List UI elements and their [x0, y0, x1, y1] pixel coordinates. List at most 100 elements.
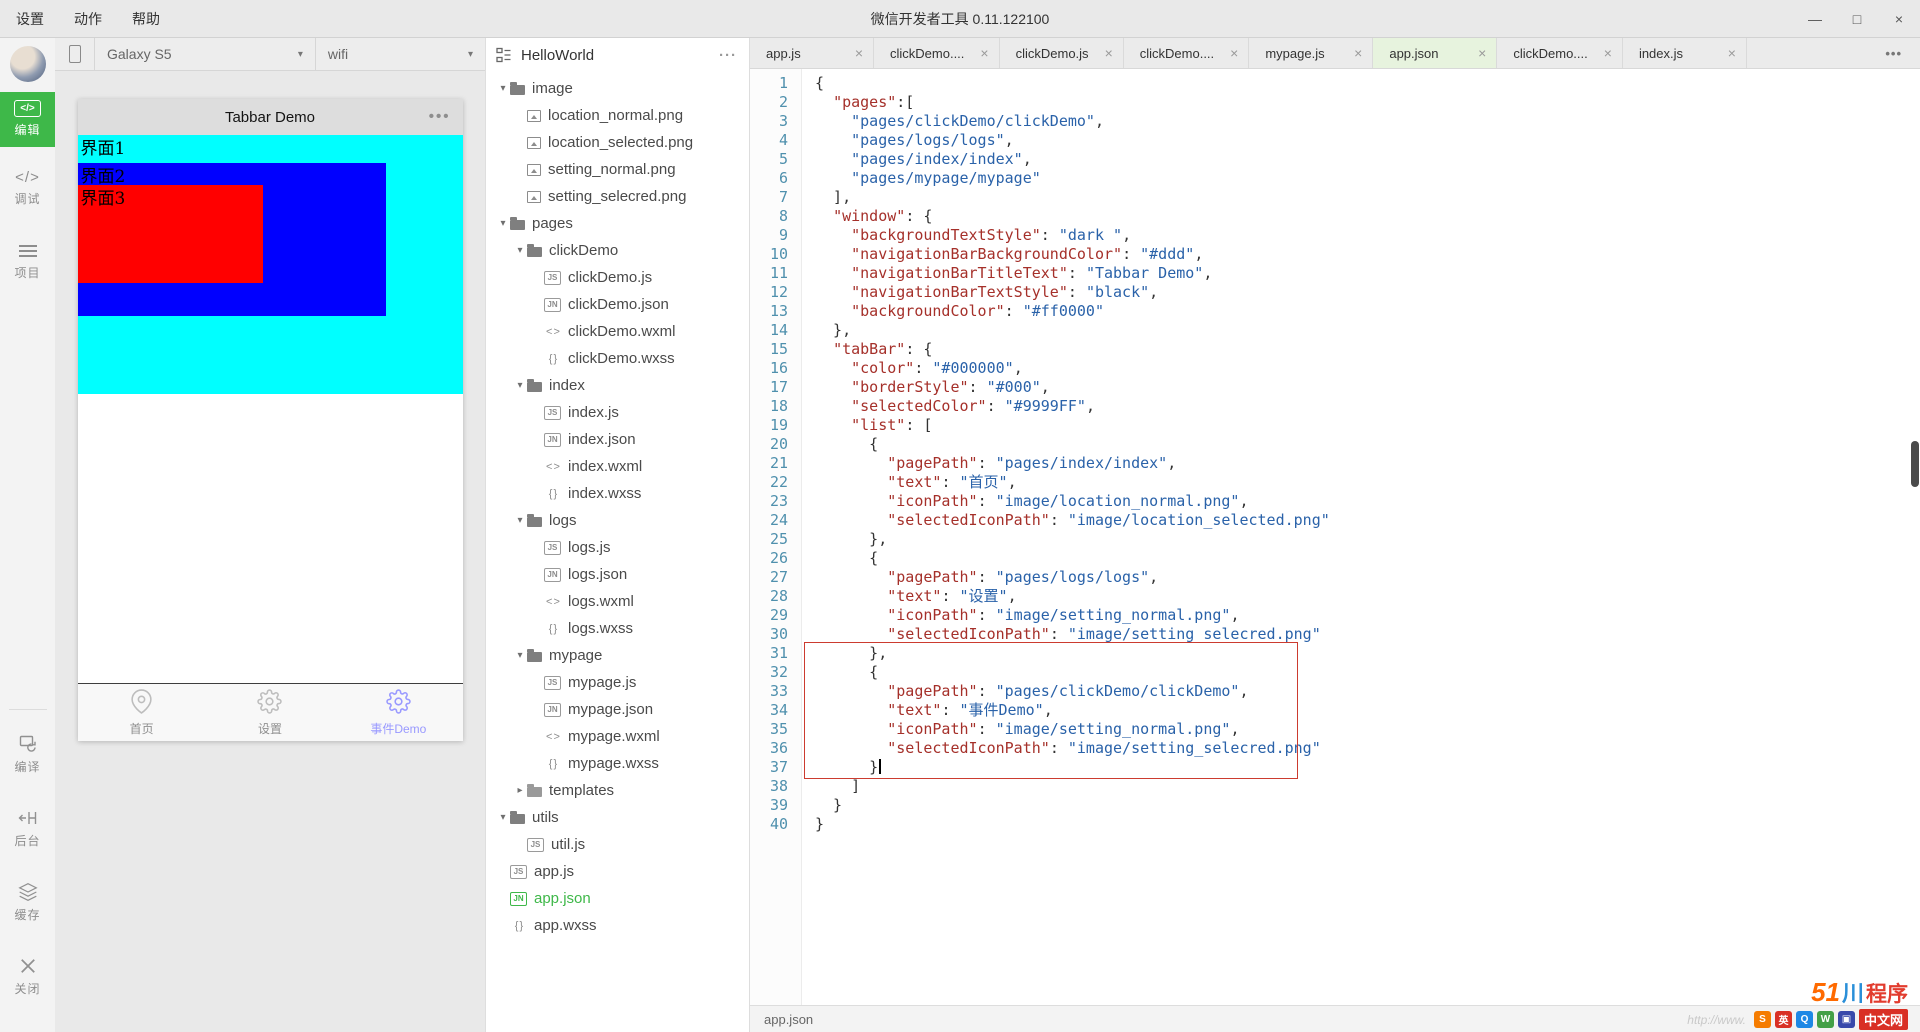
code-line[interactable]: 22 "text": "首页", — [750, 473, 1920, 492]
tab-close-icon[interactable]: × — [1604, 45, 1612, 61]
sidebar-item-cache[interactable]: 缓存 — [0, 874, 55, 932]
tree-item-logs.wxss[interactable]: { } logs.wxss — [486, 615, 749, 642]
tree-item-logs.js[interactable]: JS logs.js — [486, 534, 749, 561]
code-line[interactable]: 14 }, — [750, 321, 1920, 340]
code-line[interactable]: 23 "iconPath": "image/location_normal.pn… — [750, 492, 1920, 511]
code-line[interactable]: 25 }, — [750, 530, 1920, 549]
code-line[interactable]: 26 { — [750, 549, 1920, 568]
code-line[interactable]: 1{ — [750, 74, 1920, 93]
tree-item-pages[interactable]: ▾ pages — [486, 210, 749, 237]
code-line[interactable]: 30 "selectedIconPath": "image/setting_se… — [750, 625, 1920, 644]
code-line[interactable]: 12 "navigationBarTextStyle": "black", — [750, 283, 1920, 302]
editor-tab-mypage.js[interactable]: mypage.js × — [1249, 38, 1374, 68]
tree-item-mypage.json[interactable]: JN mypage.json — [486, 696, 749, 723]
tab-close-icon[interactable]: × — [980, 45, 988, 61]
network-select[interactable]: wifi ▾ — [316, 38, 485, 70]
code-line[interactable]: 5 "pages/index/index", — [750, 150, 1920, 169]
tree-item-mypage.wxss[interactable]: { } mypage.wxss — [486, 750, 749, 777]
tab-close-icon[interactable]: × — [1230, 45, 1238, 61]
code-line[interactable]: 31 }, — [750, 644, 1920, 663]
phone-tab-首页[interactable]: 首页 — [78, 684, 206, 741]
tab-close-icon[interactable]: × — [1478, 45, 1486, 61]
code-line[interactable]: 19 "list": [ — [750, 416, 1920, 435]
tree-item-clickDemo.js[interactable]: JS clickDemo.js — [486, 264, 749, 291]
code-line[interactable]: 20 { — [750, 435, 1920, 454]
editor-tab-clickDemo....[interactable]: clickDemo.... × — [1497, 38, 1623, 68]
code-line[interactable]: 7 ], — [750, 188, 1920, 207]
minimize-icon[interactable]: — — [1794, 0, 1836, 38]
code-line[interactable]: 10 "navigationBarBackgroundColor": "#ddd… — [750, 245, 1920, 264]
code-line[interactable]: 13 "backgroundColor": "#ff0000" — [750, 302, 1920, 321]
code-line[interactable]: 36 "selectedIconPath": "image/setting_se… — [750, 739, 1920, 758]
code-line[interactable]: 17 "borderStyle": "#000", — [750, 378, 1920, 397]
maximize-icon[interactable]: □ — [1836, 0, 1878, 38]
tree-item-location_normal.png[interactable]: location_normal.png — [486, 102, 749, 129]
sidebar-item-close[interactable]: 关闭 — [0, 948, 55, 1006]
chevron-down-icon[interactable]: ▾ — [496, 83, 510, 94]
avatar[interactable] — [9, 46, 46, 82]
editor-tab-clickDemo....[interactable]: clickDemo.... × — [874, 38, 1000, 68]
editor-tab-app.js[interactable]: app.js × — [750, 38, 874, 68]
tab-close-icon[interactable]: × — [1354, 45, 1362, 61]
code-line[interactable]: 32 { — [750, 663, 1920, 682]
code-line[interactable]: 11 "navigationBarTitleText": "Tabbar Dem… — [750, 264, 1920, 283]
code-line[interactable]: 9 "backgroundTextStyle": "dark ", — [750, 226, 1920, 245]
tree-item-index.wxss[interactable]: { } index.wxss — [486, 480, 749, 507]
tree-item-location_selected.png[interactable]: location_selected.png — [486, 129, 749, 156]
editor-tab-clickDemo.js[interactable]: clickDemo.js × — [1000, 38, 1124, 68]
editor-scrollbar-thumb[interactable] — [1911, 441, 1919, 487]
editor-tab-index.js[interactable]: index.js × — [1623, 38, 1747, 68]
code-line[interactable]: 3 "pages/clickDemo/clickDemo", — [750, 112, 1920, 131]
tab-close-icon[interactable]: × — [855, 45, 863, 61]
tree-item-util.js[interactable]: JS util.js — [486, 831, 749, 858]
code-line[interactable]: 27 "pagePath": "pages/logs/logs", — [750, 568, 1920, 587]
menu-help[interactable]: 帮助 — [132, 9, 160, 29]
phone-tab-事件Demo[interactable]: 事件Demo — [334, 684, 462, 741]
tree-item-clickDemo[interactable]: ▾ clickDemo — [486, 237, 749, 264]
tree-item-image[interactable]: ▾ image — [486, 75, 749, 102]
tree-item-mypage.wxml[interactable]: < > mypage.wxml — [486, 723, 749, 750]
chevron-down-icon[interactable]: ▾ — [513, 650, 527, 661]
tree-item-app.wxss[interactable]: { } app.wxss — [486, 912, 749, 939]
code-line[interactable]: 39 } — [750, 796, 1920, 815]
chevron-down-icon[interactable]: ▾ — [496, 218, 510, 229]
code-line[interactable]: 24 "selectedIconPath": "image/location_s… — [750, 511, 1920, 530]
menu-actions[interactable]: 动作 — [74, 9, 102, 29]
tree-item-index.json[interactable]: JN index.json — [486, 426, 749, 453]
tree-item-clickDemo.wxss[interactable]: { } clickDemo.wxss — [486, 345, 749, 372]
chevron-right-icon[interactable]: ▸ — [513, 785, 527, 796]
code-line[interactable]: 4 "pages/logs/logs", — [750, 131, 1920, 150]
tree-item-app.js[interactable]: JS app.js — [486, 858, 749, 885]
code-line[interactable]: 34 "text": "事件Demo", — [750, 701, 1920, 720]
tree-item-app.json[interactable]: JN app.json — [486, 885, 749, 912]
code-line[interactable]: 35 "iconPath": "image/setting_normal.png… — [750, 720, 1920, 739]
code-line[interactable]: 21 "pagePath": "pages/index/index", — [750, 454, 1920, 473]
editor-tab-app.json[interactable]: app.json × — [1373, 38, 1498, 68]
code-line[interactable]: 18 "selectedColor": "#9999FF", — [750, 397, 1920, 416]
chevron-down-icon[interactable]: ▾ — [496, 812, 510, 823]
tree-item-logs.json[interactable]: JN logs.json — [486, 561, 749, 588]
sidebar-item-edit[interactable]: </> 编辑 — [0, 92, 55, 147]
tree-item-utils[interactable]: ▾ utils — [486, 804, 749, 831]
code-line[interactable]: 29 "iconPath": "image/setting_normal.png… — [750, 606, 1920, 625]
demo-view-2[interactable]: 界面2 界面3 — [77, 163, 386, 316]
phone-menu-dots-icon[interactable]: ••• — [429, 99, 451, 135]
tree-more-icon[interactable]: ··· — [719, 47, 737, 64]
tabs-more-icon[interactable]: ••• — [1867, 38, 1920, 68]
tree-item-templates[interactable]: ▸ templates — [486, 777, 749, 804]
device-select[interactable]: Galaxy S5 ▾ — [95, 38, 316, 70]
tab-close-icon[interactable]: × — [1105, 45, 1113, 61]
code-line[interactable]: 37 } — [750, 758, 1920, 777]
demo-view-1[interactable]: 界面1 界面2 界面3 — [77, 135, 463, 394]
tree-item-setting_selecred.png[interactable]: setting_selecred.png — [486, 183, 749, 210]
tree-item-index.js[interactable]: JS index.js — [486, 399, 749, 426]
tree-item-setting_normal.png[interactable]: setting_normal.png — [486, 156, 749, 183]
code-line[interactable]: 15 "tabBar": { — [750, 340, 1920, 359]
code-editor[interactable]: 1{2 "pages":[3 "pages/clickDemo/clickDem… — [750, 69, 1920, 1005]
code-line[interactable]: 33 "pagePath": "pages/clickDemo/clickDem… — [750, 682, 1920, 701]
tree-item-mypage.js[interactable]: JS mypage.js — [486, 669, 749, 696]
phone-tab-设置[interactable]: 设置 — [206, 684, 334, 741]
chevron-down-icon[interactable]: ▾ — [513, 245, 527, 256]
tree-item-index.wxml[interactable]: < > index.wxml — [486, 453, 749, 480]
code-line[interactable]: 28 "text": "设置", — [750, 587, 1920, 606]
